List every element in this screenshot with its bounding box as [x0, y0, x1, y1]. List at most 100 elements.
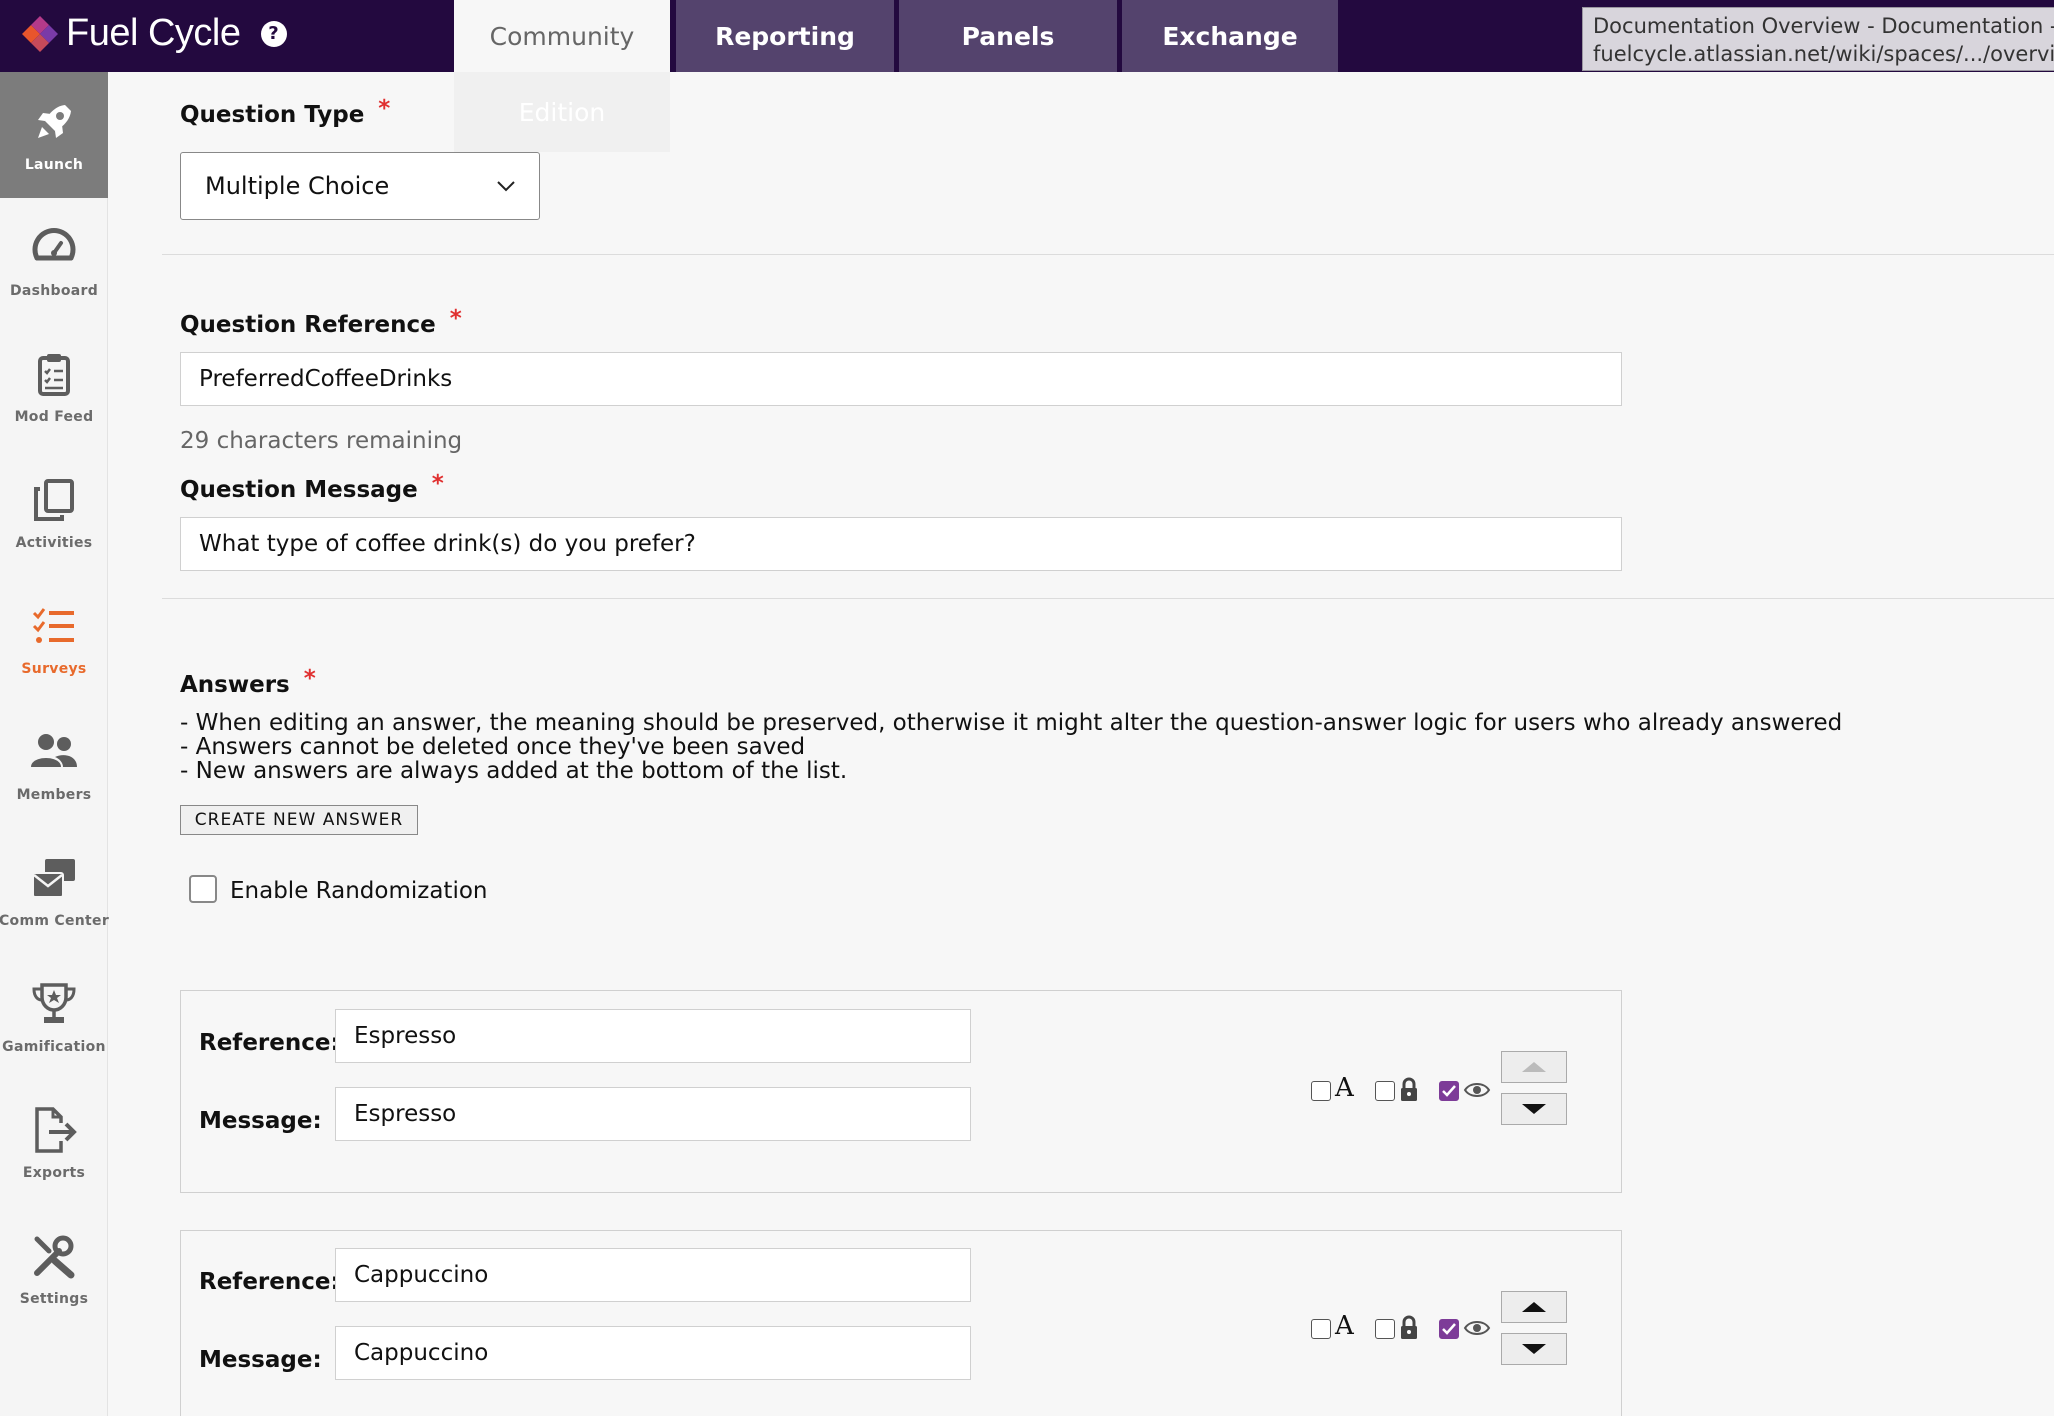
lock-icon [1401, 1077, 1417, 1101]
sidebar-item-members[interactable]: Members [0, 702, 108, 828]
question-reference-label-text: Question Reference [180, 312, 436, 338]
divider [162, 598, 2054, 599]
question-reference-input[interactable]: PreferredCoffeeDrinks [180, 352, 1622, 406]
arrow-down-icon [1522, 1104, 1546, 1114]
move-up-button[interactable] [1501, 1051, 1567, 1083]
sidebar-item-label: Settings [19, 1291, 89, 1307]
create-new-answer-button[interactable]: CREATE NEW ANSWER [180, 805, 418, 835]
check-icon [1442, 1323, 1456, 1335]
brand-logo[interactable]: Fuel Cycle ? [20, 12, 287, 55]
eye-icon [1463, 1321, 1491, 1335]
tab-community[interactable]: Community [454, 0, 670, 72]
text-flag-checkbox[interactable] [1311, 1319, 1331, 1339]
characters-remaining: 29 characters remaining [180, 428, 463, 454]
answer-reference-value: Cappuccino [354, 1262, 489, 1288]
answer-message-input[interactable]: Espresso [335, 1087, 971, 1141]
check-icon [1442, 1085, 1456, 1097]
answers-label: Answers * [180, 666, 316, 698]
gauge-icon [32, 228, 76, 261]
tab-reporting-label: Reporting [715, 21, 855, 51]
answer-message-input[interactable]: Cappuccino [335, 1326, 971, 1380]
eye-icon [1463, 1083, 1491, 1097]
answer-message-value: Espresso [354, 1101, 457, 1127]
visible-checkbox[interactable] [1439, 1319, 1459, 1339]
tab-exchange-label: Exchange [1162, 21, 1298, 51]
sidebar-item-exports[interactable]: Exports [0, 1080, 108, 1206]
question-type-select[interactable]: Multiple Choice [180, 152, 540, 220]
sidebar-item-label: Launch [24, 157, 84, 173]
brand-name: Fuel Cycle [66, 12, 241, 54]
answers-note: - Answers cannot be deleted once they've… [180, 734, 806, 760]
question-message-label: Question Message * [180, 471, 444, 503]
sidebar-item-label: Comm Center [0, 913, 110, 929]
question-message-input[interactable]: What type of coffee drink(s) do you pref… [180, 517, 1622, 571]
answer-reference-value: Espresso [354, 1023, 457, 1049]
arrow-down-icon [1522, 1344, 1546, 1354]
link-tooltip: Documentation Overview - Documentation -… [1582, 7, 2054, 71]
sidebar-item-settings[interactable]: Settings [0, 1206, 108, 1332]
answers-note: - New answers are always added at the bo… [180, 758, 848, 784]
visible-checkbox[interactable] [1439, 1081, 1459, 1101]
lock-checkbox[interactable] [1375, 1319, 1395, 1339]
answer-reference-label: Reference: [199, 1269, 340, 1295]
sidebar-item-activities[interactable]: Activities [0, 450, 108, 576]
sidebar-item-dashboard[interactable]: Dashboard [0, 198, 108, 324]
top-bar: Fuel Cycle ? Community Reporting Panels … [0, 0, 2054, 72]
sidebar-item-comm-center[interactable]: Comm Center [0, 828, 110, 954]
answer-reference-input[interactable]: Cappuccino [335, 1248, 971, 1302]
lock-checkbox[interactable] [1375, 1081, 1395, 1101]
sidebar-item-label: Surveys [21, 661, 87, 677]
sidebar-item-mod-feed[interactable]: Mod Feed [0, 324, 108, 450]
tab-community-label: Community [489, 21, 635, 51]
answer-message-label: Message: [199, 1347, 322, 1373]
tab-edition-label: Edition [518, 97, 606, 127]
divider [162, 254, 2054, 255]
answer-card: Reference: Cappuccino Message: Cappuccin… [180, 1230, 1622, 1416]
enable-randomization-checkbox[interactable] [189, 875, 217, 903]
answer-reference-label: Reference: [199, 1030, 340, 1056]
mail-icon [32, 859, 75, 898]
answers-note: - When editing an answer, the meaning sh… [180, 710, 1843, 736]
tooltip-title: Documentation Overview - Documentation - [1593, 14, 2054, 38]
enable-randomization-label: Enable Randomization [230, 878, 488, 904]
answer-message-label: Message: [199, 1108, 322, 1134]
sidebar-item-label: Exports [22, 1165, 86, 1181]
sidebar-item-label: Mod Feed [14, 409, 94, 425]
text-flag-checkbox[interactable] [1311, 1081, 1331, 1101]
export-icon [35, 1107, 77, 1153]
lock-icon [1401, 1315, 1417, 1339]
tooltip-url: fuelcycle.atlassian.net/wiki/spaces/.../… [1593, 42, 2054, 66]
question-type-label-text: Question Type [180, 102, 365, 128]
question-reference-value: PreferredCoffeeDrinks [199, 366, 453, 392]
sidebar: Launch Dashboard Mod Feed Activities Sur… [0, 72, 110, 1416]
sidebar-item-label: Gamification [2, 1039, 106, 1055]
text-flag-icon: A [1335, 1073, 1354, 1103]
text-flag-icon: A [1335, 1311, 1354, 1341]
arrow-up-icon [1522, 1302, 1546, 1312]
move-down-button[interactable] [1501, 1333, 1567, 1365]
survey-question-editor: Question Type * Multiple Choice Question … [134, 72, 2054, 1416]
move-up-button[interactable] [1501, 1291, 1567, 1323]
users-icon [31, 734, 77, 767]
tab-panels[interactable]: Panels [899, 0, 1117, 72]
trophy-icon [32, 983, 76, 1023]
copy-icon [34, 479, 74, 521]
answer-reference-input[interactable]: Espresso [335, 1009, 971, 1063]
move-down-button[interactable] [1501, 1093, 1567, 1125]
answers-notes: - When editing an answer, the meaning sh… [180, 711, 1842, 783]
tab-edition-overlay: Edition [454, 72, 670, 152]
question-reference-label: Question Reference * [180, 306, 462, 338]
sidebar-item-launch[interactable]: Launch [0, 72, 108, 198]
fuel-cycle-logo-icon [22, 15, 58, 52]
answers-label-text: Answers [180, 672, 290, 698]
sidebar-item-label: Activities [15, 535, 93, 551]
checklist-icon [32, 608, 74, 643]
tab-panels-label: Panels [961, 21, 1055, 51]
sidebar-item-surveys[interactable]: Surveys [0, 576, 108, 702]
sidebar-item-gamification[interactable]: Gamification [0, 954, 108, 1080]
question-type-label: Question Type * [180, 96, 391, 128]
clipboard-icon [38, 354, 70, 396]
tab-reporting[interactable]: Reporting [676, 0, 894, 72]
tab-exchange[interactable]: Exchange [1122, 0, 1338, 72]
question-circle-icon[interactable]: ? [260, 20, 287, 47]
